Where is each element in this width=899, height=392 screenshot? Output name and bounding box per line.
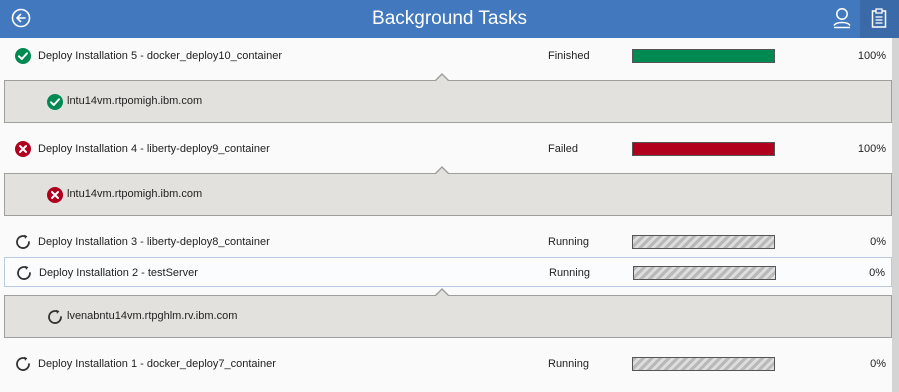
panel-notch-fill [435, 75, 449, 82]
task-row[interactable]: Deploy Installation 5 - docker_deploy10_… [4, 41, 892, 71]
progress-fill [633, 50, 774, 62]
host-name[interactable]: lvenabntu14vm.rtpghlm.rv.ibm.com [67, 296, 237, 337]
running-spinner-icon [46, 308, 64, 326]
progress-bar [632, 142, 775, 156]
host-name[interactable]: lntu14vm.rtpomigh.ibm.com [67, 174, 202, 215]
task-status: Running [548, 236, 589, 248]
header-bar: Background Tasks [0, 0, 899, 38]
scroll-rail[interactable] [892, 38, 899, 392]
success-check-icon [14, 47, 32, 65]
task-name: Deploy Installation 3 - liberty-deploy8_… [38, 236, 270, 248]
success-check-icon [46, 93, 64, 111]
error-x-icon [46, 186, 64, 204]
background-tasks-button[interactable] [860, 0, 899, 38]
progress-percent: 0% [870, 236, 886, 248]
progress-percent: 0% [869, 267, 885, 279]
task-detail-panel: lntu14vm.rtpomigh.ibm.com [4, 73, 892, 123]
progress-fill [634, 267, 775, 279]
task-status: Failed [548, 143, 578, 155]
task-status: Finished [548, 50, 590, 62]
progress-percent: 100% [857, 50, 886, 62]
task-row[interactable]: Deploy Installation 2 - testServer Runni… [4, 257, 892, 287]
running-spinner-icon [14, 355, 32, 373]
host-name[interactable]: lntu14vm.rtpomigh.ibm.com [67, 81, 202, 122]
error-x-icon [14, 140, 32, 158]
progress-fill [633, 358, 774, 370]
task-row[interactable]: Deploy Installation 3 - liberty-deploy8_… [4, 227, 892, 257]
user-icon[interactable] [832, 7, 852, 29]
progress-percent: 100% [857, 143, 886, 155]
progress-fill [633, 236, 774, 248]
task-name: Deploy Installation 2 - testServer [39, 267, 198, 279]
task-status: Running [549, 267, 590, 279]
progress-percent: 0% [870, 358, 886, 370]
clipboard-icon [871, 8, 887, 28]
task-status: Running [548, 358, 589, 370]
task-detail-panel: lvenabntu14vm.rtpghlm.rv.ibm.com [4, 288, 892, 338]
task-name: Deploy Installation 4 - liberty-deploy9_… [38, 143, 270, 155]
progress-bar [632, 235, 775, 249]
running-spinner-icon [14, 233, 32, 251]
progress-bar [632, 49, 775, 63]
task-name: Deploy Installation 5 - docker_deploy10_… [38, 50, 282, 62]
task-name: Deploy Installation 1 - docker_deploy7_c… [38, 358, 276, 370]
panel-notch-fill [435, 290, 449, 297]
task-row[interactable]: Deploy Installation 1 - docker_deploy7_c… [4, 349, 892, 379]
progress-bar [633, 266, 776, 280]
progress-fill [633, 143, 774, 155]
progress-bar [632, 357, 775, 371]
panel-notch-fill [435, 168, 449, 175]
task-detail-panel: lntu14vm.rtpomigh.ibm.com [4, 166, 892, 216]
task-row[interactable]: Deploy Installation 4 - liberty-deploy9_… [4, 134, 892, 164]
page-title: Background Tasks [372, 8, 527, 29]
running-spinner-icon [15, 264, 33, 282]
